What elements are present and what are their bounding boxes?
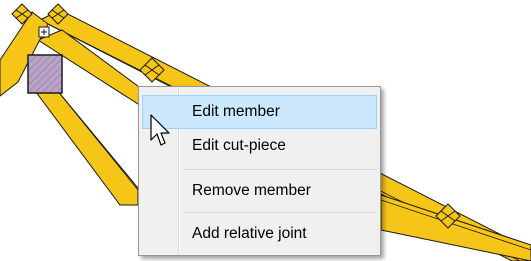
truss-member-vertical[interactable] — [29, 83, 139, 206]
menu-item-label: Edit cut-piece — [192, 137, 286, 154]
menu-item-label: Add relative joint — [192, 225, 307, 242]
arrow-pointer-icon — [150, 114, 170, 146]
menu-item-edit-member[interactable]: Edit member — [142, 95, 377, 129]
menu-item-label: Edit member — [192, 103, 280, 120]
menu-item-label: Remove member — [192, 182, 311, 199]
plus-handle-icon[interactable] — [38, 26, 50, 38]
truss-member-bottom-chord[interactable] — [380, 194, 531, 261]
menu-separator — [183, 169, 377, 170]
context-menu: Edit member Edit cut-piece Remove member… — [138, 86, 381, 256]
menu-item-remove-member[interactable]: Remove member — [142, 174, 377, 208]
menu-item-add-relative-joint[interactable]: Add relative joint — [142, 217, 377, 251]
menu-separator — [183, 212, 377, 213]
menu-item-edit-cut-piece[interactable]: Edit cut-piece — [142, 129, 377, 163]
selected-member-square[interactable] — [27, 54, 63, 94]
